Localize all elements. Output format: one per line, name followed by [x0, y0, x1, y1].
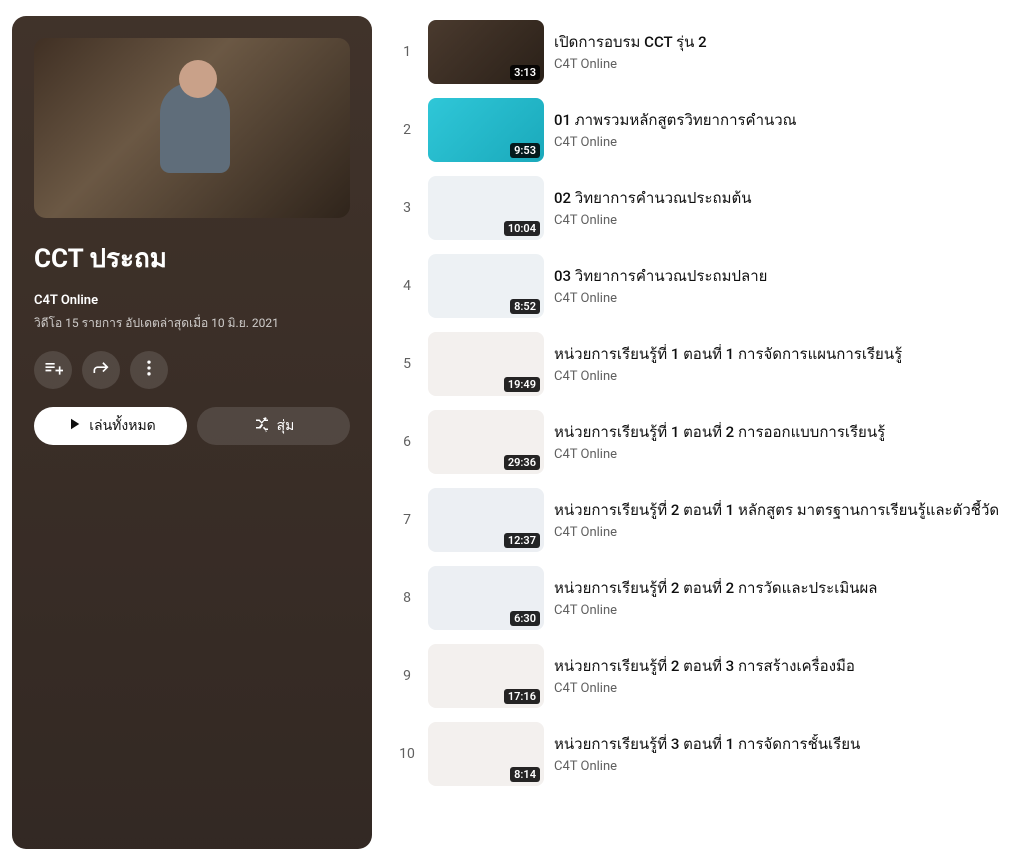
video-row[interactable]: 2 9:53 01 ภาพรวมหลักสูตรวิทยาการคำนวณ C4T O…	[396, 94, 1013, 166]
video-index: 5	[396, 356, 418, 372]
video-index: 6	[396, 434, 418, 450]
video-meta: หน่วยการเรียนรู้ที่ 3 ตอนที่ 1 การจัดการ…	[554, 734, 1013, 773]
video-channel[interactable]: C4T Online	[554, 447, 1013, 462]
video-meta: หน่วยการเรียนรู้ที่ 2 ตอนที่ 2 การวัดและ…	[554, 578, 1013, 617]
share-icon	[91, 358, 111, 382]
video-channel[interactable]: C4T Online	[554, 681, 1013, 696]
video-index: 1	[396, 44, 418, 60]
video-title[interactable]: หน่วยการเรียนรู้ที่ 1 ตอนที่ 1 การจัดการ…	[554, 344, 1013, 364]
playlist-add-icon	[43, 358, 63, 382]
video-thumbnail[interactable]: 8:52	[428, 254, 544, 318]
video-title[interactable]: หน่วยการเรียนรู้ที่ 2 ตอนที่ 2 การวัดและ…	[554, 578, 1013, 598]
video-channel[interactable]: C4T Online	[554, 135, 1013, 150]
video-duration: 12:37	[504, 533, 540, 548]
video-index: 4	[396, 278, 418, 294]
video-duration: 9:53	[510, 143, 540, 158]
video-meta: หน่วยการเรียนรู้ที่ 2 ตอนที่ 1 หลักสูตร …	[554, 500, 1013, 539]
video-duration: 17:16	[504, 689, 540, 704]
video-index: 2	[396, 122, 418, 138]
more-options-button[interactable]	[130, 351, 168, 389]
video-index: 7	[396, 512, 418, 528]
video-channel[interactable]: C4T Online	[554, 759, 1013, 774]
play-all-label: เล่นทั้งหมด	[89, 415, 156, 437]
play-icon	[65, 415, 83, 437]
video-duration: 29:36	[504, 455, 540, 470]
video-meta: เปิดการอบรม CCT รุ่น 2 C4T Online	[554, 32, 1013, 71]
shuffle-icon	[253, 415, 271, 437]
video-title[interactable]: หน่วยการเรียนรู้ที่ 2 ตอนที่ 3 การสร้างเ…	[554, 656, 1013, 676]
video-title[interactable]: 01 ภาพรวมหลักสูตรวิทยาการคำนวณ	[554, 110, 1013, 130]
video-channel[interactable]: C4T Online	[554, 291, 1013, 306]
video-thumbnail[interactable]: 29:36	[428, 410, 544, 474]
playlist-hero-thumbnail[interactable]	[34, 38, 350, 218]
playlist-action-row: เล่นทั้งหมด สุ่ม	[34, 407, 350, 445]
video-duration: 8:52	[510, 299, 540, 314]
video-thumbnail[interactable]: 6:30	[428, 566, 544, 630]
video-index: 8	[396, 590, 418, 606]
video-row[interactable]: 8 6:30 หน่วยการเรียนรู้ที่ 2 ตอนที่ 2 การว…	[396, 562, 1013, 634]
playlist-meta: วิดีโอ 15 รายการ อัปเดตล่าสุดเมื่อ 10 มิ…	[34, 314, 350, 333]
video-row[interactable]: 7 12:37 หน่วยการเรียนรู้ที่ 2 ตอนที่ 1 หลั…	[396, 484, 1013, 556]
video-row[interactable]: 5 19:49 หน่วยการเรียนรู้ที่ 1 ตอนที่ 1 การ…	[396, 328, 1013, 400]
video-channel[interactable]: C4T Online	[554, 603, 1013, 618]
video-list: 13:13เปิดการอบรม CCT รุ่น 2C4T Online29:…	[396, 16, 1013, 849]
video-row[interactable]: 10 8:14 หน่วยการเรียนรู้ที่ 3 ตอนที่ 1 การ…	[396, 718, 1013, 790]
play-all-button[interactable]: เล่นทั้งหมด	[34, 407, 187, 445]
video-meta: หน่วยการเรียนรู้ที่ 1 ตอนที่ 2 การออกแบบ…	[554, 422, 1013, 461]
shuffle-button[interactable]: สุ่ม	[197, 407, 350, 445]
shuffle-label: สุ่ม	[277, 415, 295, 437]
video-row[interactable]: 6 29:36 หน่วยการเรียนรู้ที่ 1 ตอนที่ 2 การ…	[396, 406, 1013, 478]
video-row[interactable]: 4 8:52 03 วิทยาการคำนวณประถมปลาย C4T Online	[396, 250, 1013, 322]
video-thumbnail[interactable]: 8:14	[428, 722, 544, 786]
video-duration: 10:04	[504, 221, 540, 236]
video-row[interactable]: 3 10:04 02 วิทยาการคำนวณประถมต้น C4T Online	[396, 172, 1013, 244]
video-channel[interactable]: C4T Online	[554, 57, 1013, 72]
video-title[interactable]: หน่วยการเรียนรู้ที่ 3 ตอนที่ 1 การจัดการ…	[554, 734, 1013, 754]
video-row[interactable]: 9 17:16 หน่วยการเรียนรู้ที่ 2 ตอนที่ 3 การ…	[396, 640, 1013, 712]
playlist-header-card: CCT ประถม C4T Online วิดีโอ 15 รายการ อั…	[12, 16, 372, 849]
video-index: 3	[396, 200, 418, 216]
playlist-icon-row	[34, 351, 350, 389]
video-thumbnail[interactable]: 19:49	[428, 332, 544, 396]
video-thumbnail[interactable]: 9:53	[428, 98, 544, 162]
video-meta: 01 ภาพรวมหลักสูตรวิทยาการคำนวณ C4T Online	[554, 110, 1013, 149]
video-title[interactable]: หน่วยการเรียนรู้ที่ 1 ตอนที่ 2 การออกแบบ…	[554, 422, 1013, 442]
video-duration: 8:14	[510, 767, 540, 782]
video-meta: 02 วิทยาการคำนวณประถมต้น C4T Online	[554, 188, 1013, 227]
video-thumbnail[interactable]: 12:37	[428, 488, 544, 552]
share-button[interactable]	[82, 351, 120, 389]
video-title[interactable]: หน่วยการเรียนรู้ที่ 2 ตอนที่ 1 หลักสูตร …	[554, 500, 1013, 520]
video-thumbnail[interactable]: 17:16	[428, 644, 544, 708]
video-row[interactable]: 1 3:13 เปิดการอบรม CCT รุ่น 2 C4T Online	[396, 16, 1013, 88]
video-index: 10	[396, 746, 418, 762]
video-duration: 3:13	[510, 65, 540, 80]
video-channel[interactable]: C4T Online	[554, 369, 1013, 384]
video-thumbnail[interactable]: 3:13	[428, 20, 544, 84]
video-channel[interactable]: C4T Online	[554, 525, 1013, 540]
playlist-owner[interactable]: C4T Online	[34, 293, 350, 308]
more-icon	[139, 358, 159, 382]
video-title[interactable]: 03 วิทยาการคำนวณประถมปลาย	[554, 266, 1013, 286]
video-meta: หน่วยการเรียนรู้ที่ 2 ตอนที่ 3 การสร้างเ…	[554, 656, 1013, 695]
video-channel[interactable]: C4T Online	[554, 213, 1013, 228]
playlist-title: CCT ประถม	[34, 238, 350, 279]
save-playlist-button[interactable]	[34, 351, 72, 389]
video-meta: หน่วยการเรียนรู้ที่ 1 ตอนที่ 1 การจัดการ…	[554, 344, 1013, 383]
video-title[interactable]: 02 วิทยาการคำนวณประถมต้น	[554, 188, 1013, 208]
video-duration: 19:49	[504, 377, 540, 392]
video-thumbnail[interactable]: 10:04	[428, 176, 544, 240]
video-duration: 6:30	[510, 611, 540, 626]
video-title[interactable]: เปิดการอบรม CCT รุ่น 2	[554, 32, 1013, 52]
video-meta: 03 วิทยาการคำนวณประถมปลาย C4T Online	[554, 266, 1013, 305]
video-index: 9	[396, 668, 418, 684]
